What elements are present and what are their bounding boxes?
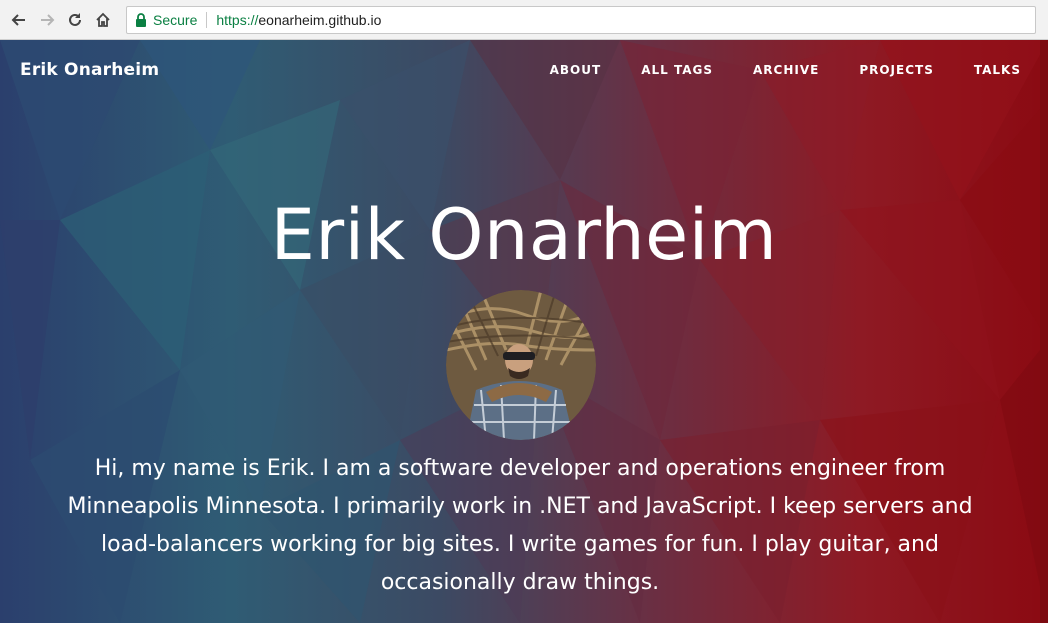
reload-icon [69, 12, 81, 26]
nav-all-tags[interactable]: ALL TAGS [641, 63, 713, 77]
back-arrow-icon [11, 13, 25, 26]
site-brand-link[interactable]: Erik Onarheim [20, 60, 159, 80]
hero-title: Erik Onarheim [270, 194, 778, 276]
forward-arrow-icon [41, 13, 55, 26]
browser-toolbar: Secure https:// eonarheim.github.io [0, 0, 1048, 40]
nav-talks[interactable]: TALKS [974, 63, 1021, 77]
back-button[interactable] [6, 7, 32, 33]
forward-button[interactable] [34, 7, 60, 33]
nav-archive[interactable]: ARCHIVE [753, 63, 819, 77]
avatar [446, 290, 596, 440]
bio-text: Hi, my name is Erik. I am a software dev… [67, 456, 973, 595]
url-host: eonarheim.github.io [258, 11, 382, 28]
nav-projects[interactable]: PROJECTS [859, 63, 934, 77]
hero-section: Erik Onarheim ABOUT ALL TAGS ARCHIVE PRO… [0, 40, 1048, 623]
site-navbar: Erik Onarheim ABOUT ALL TAGS ARCHIVE PRO… [0, 40, 1048, 100]
address-divider [206, 11, 208, 28]
url-scheme: https:// [216, 11, 259, 28]
nav-about[interactable]: ABOUT [550, 63, 602, 77]
lock-icon [136, 12, 146, 27]
site-menu: ABOUT ALL TAGS ARCHIVE PROJECTS TALKS [510, 63, 1021, 77]
home-icon [96, 12, 110, 27]
home-button[interactable] [90, 7, 116, 33]
reload-button[interactable] [62, 7, 88, 33]
secure-label: Secure [153, 11, 198, 28]
address-bar[interactable]: Secure https:// eonarheim.github.io [126, 5, 1036, 34]
avatar-image [446, 290, 596, 440]
